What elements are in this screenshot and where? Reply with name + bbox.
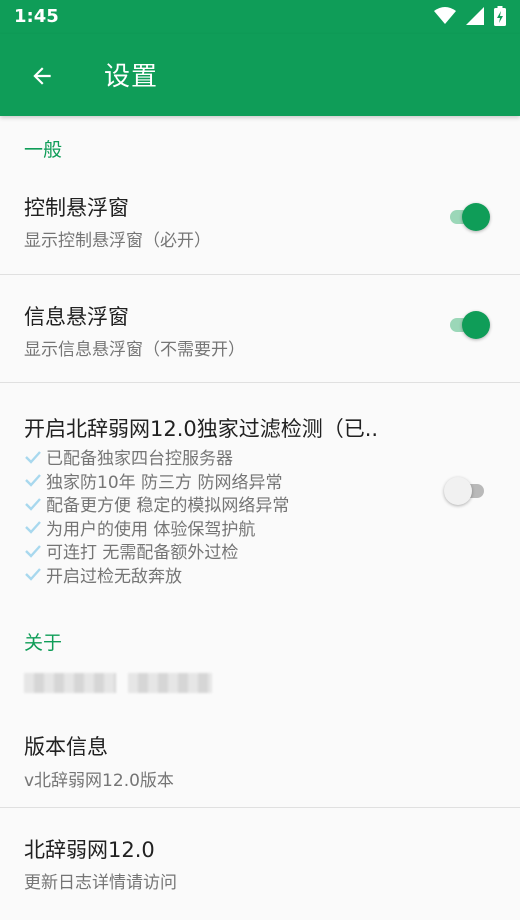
list-item: 可连打 无需配备额外过检 — [24, 539, 289, 563]
app-bar: 设置 — [0, 34, 520, 116]
redacted-text — [24, 673, 212, 693]
pref-filter-detection[interactable]: 开启北辞弱网12.0独家过滤检测（已.. 已配备独家四台控服务器 独家防10年 … — [0, 383, 520, 603]
pref-summary: 显示控制悬浮窗（必开） — [24, 231, 211, 251]
list-item: 已配备独家四台控服务器 — [24, 445, 289, 469]
list-item: 开启过检无敌奔放 — [24, 563, 289, 587]
pref-title: 版本信息 — [24, 735, 108, 759]
settings-list: 一般 控制悬浮窗 显示控制悬浮窗（必开） 信息悬浮窗 显示信息悬浮窗（不需要开）… — [0, 116, 520, 893]
check-icon — [25, 544, 41, 558]
switch-thumb — [462, 203, 490, 231]
status-bar: 1:45 — [0, 0, 520, 34]
status-icons — [434, 6, 506, 26]
pref-title: 控制悬浮窗 — [24, 196, 129, 220]
switch-thumb — [444, 477, 472, 505]
check-icon — [25, 474, 41, 487]
feature-list: 已配备独家四台控服务器 独家防10年 防三方 防网络异常 配备更方便 稳定的模拟… — [24, 445, 289, 587]
pref-control-window[interactable]: 控制悬浮窗 显示控制悬浮窗（必开） — [0, 162, 520, 275]
list-item: 配备更方便 稳定的模拟网络异常 — [24, 492, 289, 516]
pref-changelog[interactable]: 北辞弱网12.0 更新日志详情请访问 — [0, 808, 520, 893]
pref-title: 信息悬浮窗 — [24, 305, 129, 329]
redacted-block — [128, 673, 212, 693]
battery-charging-icon — [494, 6, 506, 26]
status-time: 1:45 — [14, 6, 59, 27]
pref-summary: 显示信息悬浮窗（不需要开） — [24, 340, 245, 360]
pref-title: 北辞弱网12.0 — [24, 838, 155, 862]
check-icon — [25, 568, 41, 581]
check-icon — [25, 497, 41, 511]
list-item: 独家防10年 防三方 防网络异常 — [24, 469, 289, 493]
pref-title: 开启北辞弱网12.0独家过滤检测（已.. — [24, 417, 379, 441]
list-item: 为用户的使用 体验保驾护航 — [24, 516, 289, 540]
pref-info-window[interactable]: 信息悬浮窗 显示信息悬浮窗（不需要开） — [0, 275, 520, 383]
section-header-general: 一般 — [24, 139, 63, 161]
section-header-about: 关于 — [24, 632, 63, 654]
pref-version-info[interactable]: 版本信息 v北辞弱网12.0版本 — [0, 719, 520, 808]
page-title: 设置 — [104, 62, 159, 92]
redacted-block — [24, 673, 116, 693]
pref-summary: v北辞弱网12.0版本 — [24, 771, 174, 791]
control-window-switch[interactable] — [444, 202, 490, 232]
arrow-left-icon — [33, 67, 51, 85]
check-icon — [25, 521, 41, 534]
pref-blurred-info[interactable] — [0, 655, 520, 719]
switch-thumb — [462, 311, 490, 339]
back-button[interactable] — [24, 58, 60, 94]
pref-summary: 更新日志详情请访问 — [24, 873, 177, 893]
info-window-switch[interactable] — [444, 310, 490, 340]
wifi-icon — [434, 7, 456, 24]
filter-detection-switch[interactable] — [444, 476, 490, 506]
check-icon — [25, 450, 41, 464]
signal-icon — [466, 7, 484, 25]
